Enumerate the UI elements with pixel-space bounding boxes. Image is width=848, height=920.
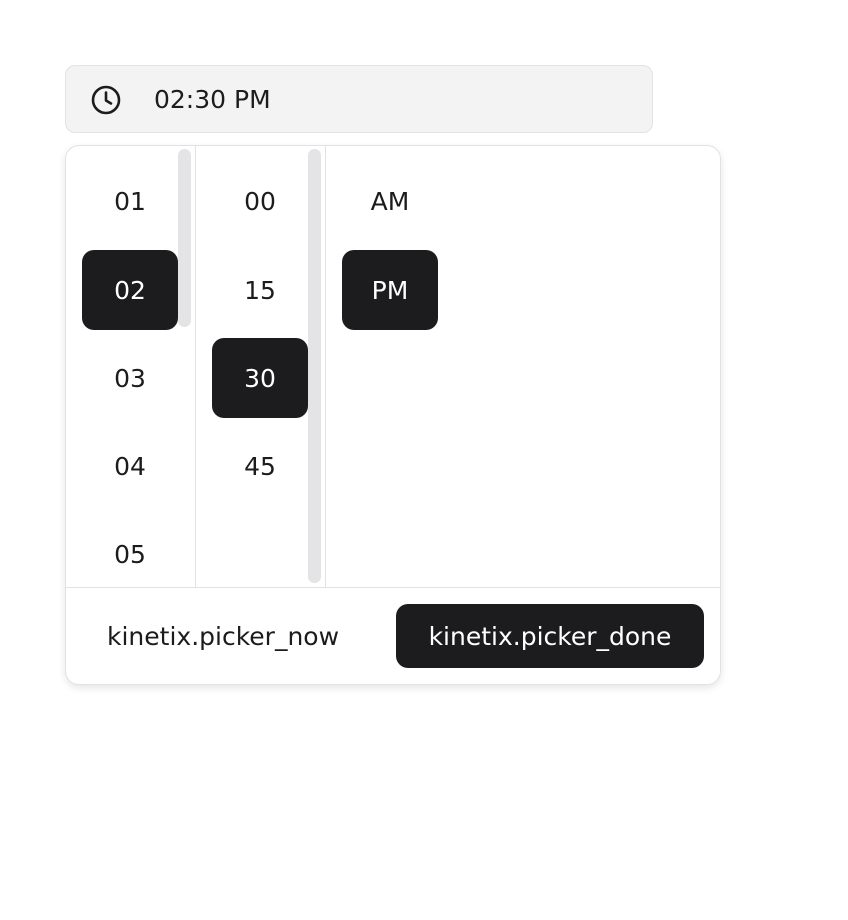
minute-option-15[interactable]: 15 bbox=[212, 250, 308, 330]
hour-option-04[interactable]: 04 bbox=[82, 426, 178, 506]
clock-icon bbox=[90, 84, 122, 116]
minute-option-00[interactable]: 00 bbox=[212, 161, 308, 241]
time-picker-popover: 01 02 03 04 05 00 15 30 45 AM PM kinetix… bbox=[65, 145, 721, 685]
hour-option-02[interactable]: 02 bbox=[82, 250, 178, 330]
period-column[interactable]: AM PM bbox=[326, 146, 720, 587]
minute-column[interactable]: 00 15 30 45 bbox=[196, 146, 325, 587]
done-button[interactable]: kinetix.picker_done bbox=[396, 604, 704, 668]
hour-option-01[interactable]: 01 bbox=[82, 161, 178, 241]
minute-option-45[interactable]: 45 bbox=[212, 426, 308, 506]
minute-option-30[interactable]: 30 bbox=[212, 338, 308, 418]
time-input[interactable]: 02:30 PM bbox=[65, 65, 653, 133]
hour-column[interactable]: 01 02 03 04 05 bbox=[66, 146, 195, 587]
now-button[interactable]: kinetix.picker_now bbox=[90, 604, 356, 668]
period-option-pm[interactable]: PM bbox=[342, 250, 438, 330]
hour-option-03[interactable]: 03 bbox=[82, 338, 178, 418]
time-input-value: 02:30 PM bbox=[154, 85, 271, 114]
hour-option-05[interactable]: 05 bbox=[82, 514, 178, 587]
picker-columns: 01 02 03 04 05 00 15 30 45 AM PM bbox=[66, 146, 720, 587]
hour-scrollbar[interactable] bbox=[178, 149, 191, 327]
minute-scrollbar[interactable] bbox=[308, 149, 321, 583]
picker-footer: kinetix.picker_now kinetix.picker_done bbox=[66, 588, 720, 684]
period-option-am[interactable]: AM bbox=[342, 161, 438, 241]
